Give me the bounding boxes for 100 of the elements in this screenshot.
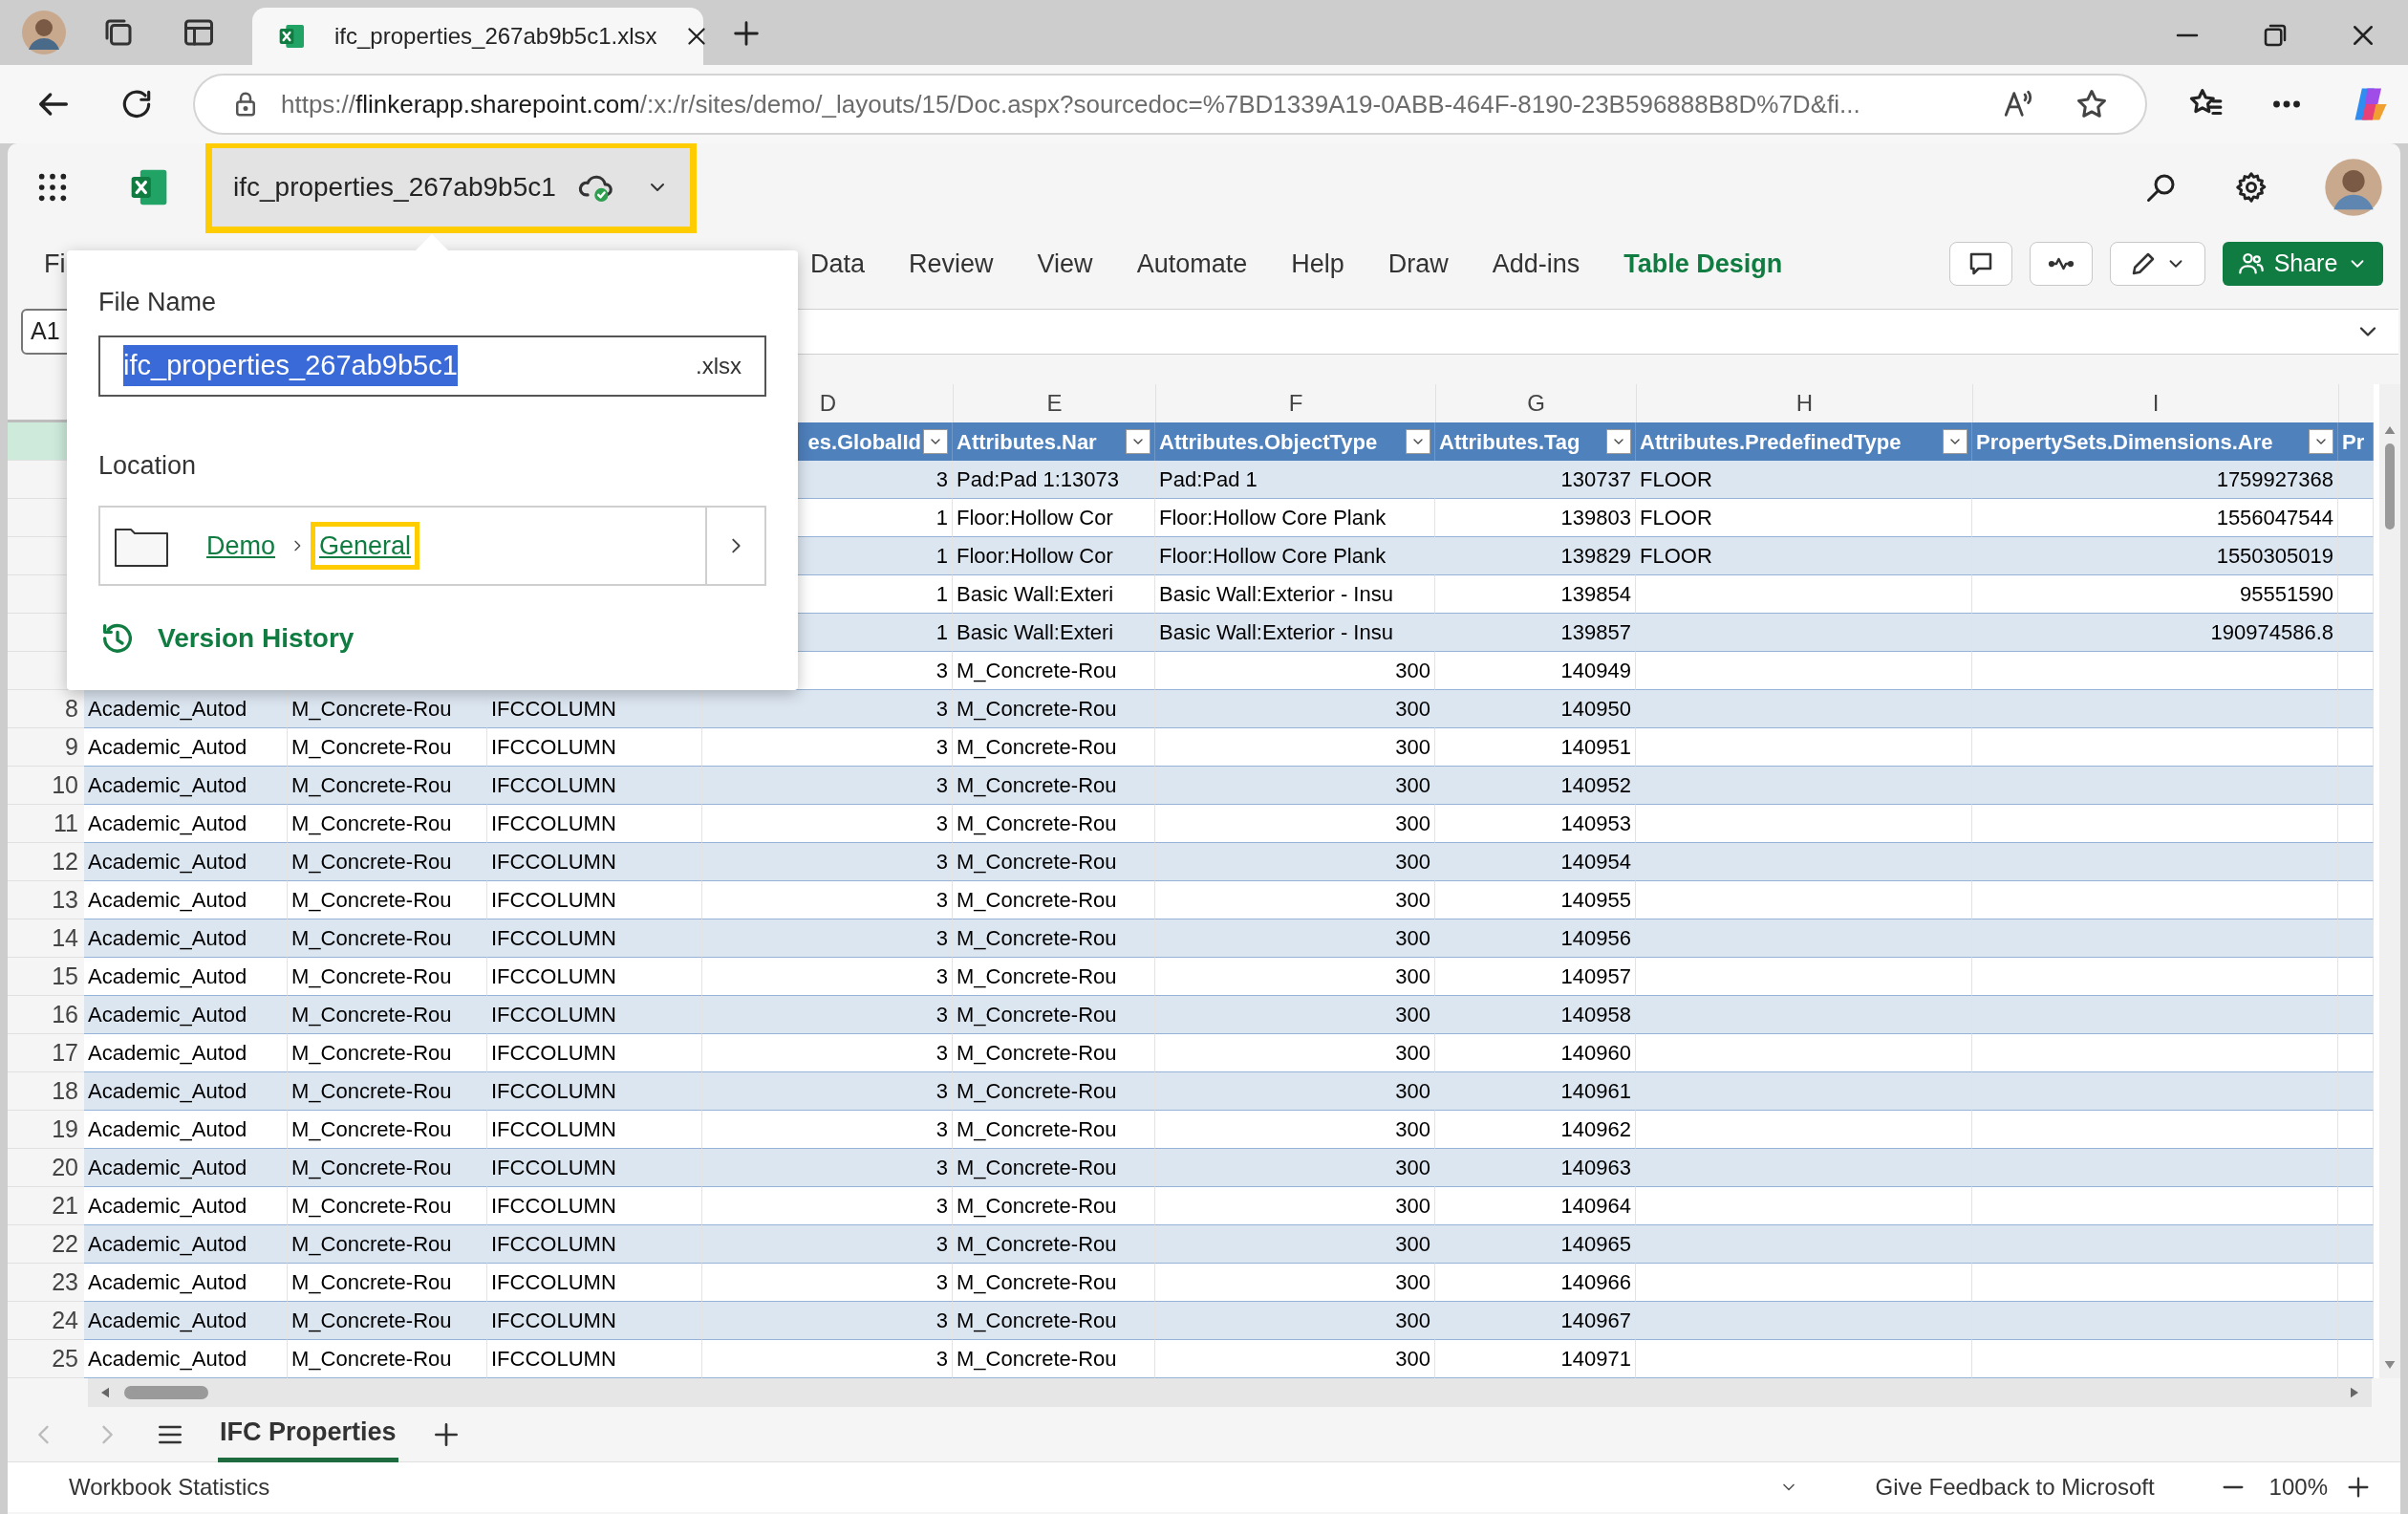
table-cell: Academic_Autod — [84, 1149, 288, 1187]
table-header-cell[interactable]: Attributes.Tag — [1435, 422, 1636, 461]
table-cell: Floor:Hollow Cor — [953, 499, 1155, 537]
table-cell: 300 — [1155, 1264, 1435, 1302]
catch-up-button[interactable] — [2030, 242, 2093, 286]
share-button[interactable]: Share — [2223, 242, 2383, 286]
horizontal-scrollbar[interactable] — [88, 1378, 2372, 1407]
ribbon-tab[interactable]: Add-ins — [1492, 244, 1580, 284]
table-cell: IFCCOLUMN — [487, 1111, 702, 1149]
ribbon-tab[interactable]: Automate — [1136, 244, 1248, 284]
avatar-icon[interactable] — [21, 10, 67, 55]
row-header[interactable]: 15 — [8, 958, 84, 996]
table-cell: 3 — [702, 958, 953, 996]
feedback-link[interactable]: Give Feedback to Microsoft — [1875, 1470, 2155, 1504]
ribbon-tab[interactable]: Fi — [44, 244, 810, 284]
table-cell: 140957 — [1435, 958, 1636, 996]
table-cell: 130737 — [1435, 461, 1636, 499]
table-cell: 3 — [702, 1302, 953, 1340]
filter-dropdown[interactable] — [1606, 429, 1631, 454]
avatar-icon[interactable] — [2324, 158, 2383, 217]
table-cell: Academic_Autod — [84, 958, 288, 996]
row-header[interactable]: 14 — [8, 919, 84, 958]
version-history-button[interactable]: Version History — [98, 618, 355, 659]
field-label: File Name — [98, 287, 218, 318]
ribbon-tab[interactable]: Review — [909, 244, 994, 284]
address-field[interactable]: https://flinkerapp.sharepoint.com/:x:/r/sites/demo/_layouts/15/Doc.aspx?sourcedoc=%7BD1339A19-0ABB-464F-8190-23B596888B8D%7D&fi... — [193, 74, 2147, 135]
column-header[interactable]: E — [953, 384, 1155, 422]
table-cell: Academic_Autod — [84, 1264, 288, 1302]
ribbon-tab[interactable]: View — [1037, 244, 1093, 284]
app-launcher-icon[interactable] — [36, 171, 69, 204]
row-header[interactable]: 24 — [8, 1302, 84, 1340]
table-cell: Basic Wall:Exteri — [953, 614, 1155, 652]
file-name-field[interactable]: ifc_properties_267ab9b5c1 .xlsx — [98, 335, 766, 397]
row-header[interactable]: 17 — [8, 1034, 84, 1072]
workbook-statistics-button[interactable]: Workbook Statistics — [69, 1470, 270, 1504]
scroll-thumb[interactable] — [2385, 443, 2395, 530]
row-header[interactable]: 10 — [8, 767, 84, 805]
table-cell: IFCCOLUMN — [487, 881, 702, 919]
editing-mode-button[interactable] — [2110, 242, 2205, 286]
table-header-cell[interactable]: PropertySets.Dimensions.Are — [1972, 422, 2338, 461]
filter-dropdown[interactable] — [1126, 429, 1150, 454]
scroll-thumb[interactable] — [124, 1386, 208, 1399]
ribbon-tab[interactable]: Data — [810, 244, 866, 284]
column-header[interactable]: G — [1435, 384, 1636, 422]
table-header-cell[interactable]: Pr — [2338, 422, 2374, 461]
table-cell: 300 — [1155, 1149, 1435, 1187]
file-name-button[interactable]: ifc_properties_267ab9b5c1 — [205, 143, 697, 233]
filter-dropdown[interactable] — [923, 429, 948, 454]
table-cell: 140967 — [1435, 1302, 1636, 1340]
row-header[interactable]: 18 — [8, 1072, 84, 1111]
ribbon-tab[interactable]: Help — [1291, 244, 1344, 284]
table-cell: 139829 — [1435, 537, 1636, 575]
row-header[interactable]: 23 — [8, 1264, 84, 1302]
table-cell: 140962 — [1435, 1111, 1636, 1149]
table-cell: 300 — [1155, 1111, 1435, 1149]
location-field[interactable]: Demo General — [98, 506, 766, 586]
column-title: es.GlobalId — [806, 428, 921, 456]
table-header-cell[interactable]: Attributes.PredefinedType — [1636, 422, 1972, 461]
column-header[interactable]: H — [1636, 384, 1972, 422]
browser-tab[interactable]: ifc_properties_267ab9b5c1.xlsx — [252, 8, 703, 65]
table-cell: 140960 — [1435, 1034, 1636, 1072]
breadcrumb-link[interactable]: General — [311, 521, 420, 571]
breadcrumb-link[interactable]: Demo — [198, 521, 285, 571]
column-header[interactable]: I — [1972, 384, 2338, 422]
row-header[interactable]: 20 — [8, 1149, 84, 1187]
row-header[interactable]: 8 — [8, 690, 84, 728]
row-header[interactable]: 13 — [8, 881, 84, 919]
row-header[interactable]: 12 — [8, 843, 84, 881]
table-cell: 3 — [702, 1111, 953, 1149]
table-cell: M_Concrete-Rou — [288, 1264, 487, 1302]
settings-icon[interactable] — [2234, 170, 2268, 205]
filter-dropdown[interactable] — [1943, 429, 1967, 454]
row-header[interactable]: 9 — [8, 728, 84, 767]
row-header[interactable]: 16 — [8, 996, 84, 1034]
table-cell — [2338, 1034, 2374, 1072]
ribbon-tab[interactable]: Table Design — [1623, 244, 1783, 284]
row-header[interactable]: 21 — [8, 1187, 84, 1225]
table-cell — [2338, 1187, 2374, 1225]
column-header[interactable]: F — [1155, 384, 1435, 422]
row-header[interactable]: 19 — [8, 1111, 84, 1149]
url-text: https://flinkerapp.sharepoint.com/:x:/r/sites/demo/_layouts/15/Doc.aspx?sourcedoc=%7BD1339A19-0ABB-464F-8190-23B596888B8D%7D&fi... — [281, 88, 1861, 120]
table-header-cell[interactable]: Attributes.ObjectType — [1155, 422, 1435, 461]
table-cell: M_Concrete-Rou — [953, 652, 1155, 690]
column-title: Attributes.ObjectType — [1159, 428, 1379, 456]
table-cell: Academic_Autod — [84, 690, 288, 728]
filter-dropdown[interactable] — [1406, 429, 1430, 454]
filter-dropdown[interactable] — [2309, 429, 2333, 454]
table-cell: IFCCOLUMN — [487, 1225, 702, 1264]
table-cell: IFCCOLUMN — [487, 1034, 702, 1072]
table-cell: 140952 — [1435, 767, 1636, 805]
table-header-cell[interactable]: Attributes.Nar — [953, 422, 1155, 461]
table-cell — [2338, 1111, 2374, 1149]
row-header[interactable]: 22 — [8, 1225, 84, 1264]
row-header[interactable]: 25 — [8, 1340, 84, 1378]
table-cell: 300 — [1155, 958, 1435, 996]
comments-button[interactable] — [1949, 242, 2012, 286]
table-cell: M_Concrete-Rou — [953, 1111, 1155, 1149]
ribbon-tab[interactable]: Draw — [1387, 244, 1449, 284]
table-cell: M_Concrete-Rou — [953, 805, 1155, 843]
row-header[interactable]: 11 — [8, 805, 84, 843]
